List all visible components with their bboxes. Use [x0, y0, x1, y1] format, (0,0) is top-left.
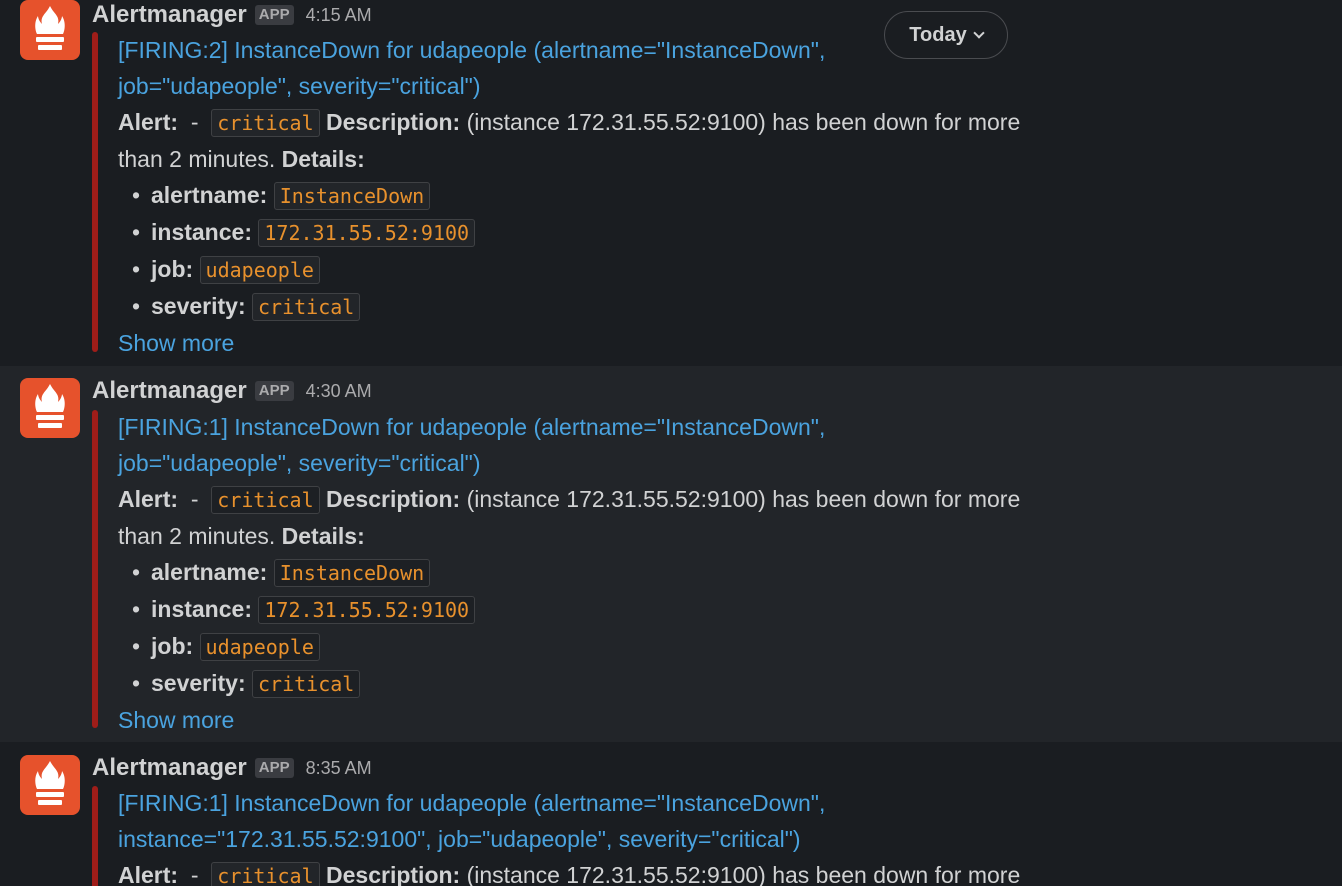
alert-title-link[interactable]: [FIRING:1] InstanceDown for udapeople (a… — [118, 409, 1058, 481]
list-item: job: udapeople — [132, 628, 1058, 665]
list-item: instance: 172.31.55.52:9100 — [132, 214, 1058, 251]
detail-value: InstanceDown — [273, 182, 431, 210]
alert-title-line-2[interactable]: instance="172.31.55.52:9100", job="udape… — [118, 821, 1058, 857]
app-badge: APP — [254, 758, 294, 778]
app-badge: APP — [254, 5, 294, 25]
chevron-down-icon — [973, 27, 985, 39]
detail-value: critical — [252, 293, 361, 321]
show-more-link[interactable]: Show more — [118, 702, 1058, 738]
detail-value: 172.31.55.52:9100 — [258, 219, 476, 247]
details-list: alertname: InstanceDown instance: 172.31… — [118, 177, 1058, 325]
detail-key: severity: — [151, 670, 246, 696]
alert-line: Alert: - critical Description: (instance… — [118, 857, 1058, 886]
message-header: Alertmanager APP 4:15 AM — [92, 0, 372, 30]
detail-key: instance: — [151, 596, 252, 622]
detail-key: alertname: — [151, 559, 268, 585]
detail-value: udapeople — [199, 633, 320, 661]
detail-key: severity: — [151, 293, 246, 319]
alert-title-line-2[interactable]: job="udapeople", severity="critical") — [118, 68, 1058, 104]
severity-code: critical — [211, 862, 320, 886]
description-label: Description: — [326, 486, 461, 512]
sender-name[interactable]: Alertmanager — [92, 377, 247, 405]
detail-value: InstanceDown — [273, 559, 431, 587]
alert-title-line-1[interactable]: [FIRING:1] InstanceDown for udapeople (a… — [118, 785, 1058, 821]
description-label: Description: — [326, 109, 461, 135]
detail-key: alertname: — [151, 182, 268, 208]
alert-title-link[interactable]: [FIRING:1] InstanceDown for udapeople (a… — [118, 785, 1058, 857]
attachment-color-bar — [92, 32, 98, 352]
prometheus-torch-icon[interactable] — [20, 0, 80, 60]
attachment-body: [FIRING:2] InstanceDown for udapeople (a… — [118, 32, 1058, 361]
detail-value: 172.31.55.52:9100 — [258, 596, 476, 624]
timestamp[interactable]: 4:15 AM — [306, 5, 372, 26]
app-badge: APP — [254, 381, 294, 401]
list-item: job: udapeople — [132, 251, 1058, 288]
list-item: alertname: InstanceDown — [132, 177, 1058, 214]
prometheus-torch-icon[interactable] — [20, 755, 80, 815]
day-divider-button[interactable]: Today — [884, 11, 1008, 59]
alert-title-line-1[interactable]: [FIRING:1] InstanceDown for udapeople (a… — [118, 409, 1058, 445]
severity-code: critical — [211, 486, 320, 514]
alert-label: Alert: — [118, 862, 179, 886]
description-text: (instance 172.31.55.52:9100) has been do… — [466, 486, 1021, 512]
description-label: Description: — [326, 862, 461, 886]
message-header: Alertmanager APP 8:35 AM — [92, 753, 372, 783]
alert-line: Alert: - critical Description: (instance… — [118, 104, 1058, 141]
severity-code: critical — [211, 109, 320, 137]
alert-separator: - — [190, 862, 199, 886]
message[interactable]: Alertmanager APP 4:15 AM [FIRING:2] Inst… — [0, 0, 1342, 366]
show-more-link[interactable]: Show more — [118, 325, 1058, 361]
alert-separator: - — [190, 109, 199, 135]
description-text-cont: than 2 minutes. — [118, 523, 276, 549]
list-item: severity: critical — [132, 665, 1058, 702]
details-label: Details: — [281, 523, 365, 549]
message-header: Alertmanager APP 4:30 AM — [92, 376, 372, 406]
sender-name[interactable]: Alertmanager — [92, 754, 247, 782]
attachment-color-bar — [92, 410, 98, 728]
detail-key: job: — [151, 633, 194, 659]
description-text: (instance 172.31.55.52:9100) has been do… — [466, 109, 1021, 135]
alert-label: Alert: — [118, 486, 179, 512]
details-label: Details: — [281, 146, 365, 172]
details-list: alertname: InstanceDown instance: 172.31… — [118, 554, 1058, 702]
description-continued: than 2 minutes. Details: — [118, 141, 1058, 177]
timestamp[interactable]: 8:35 AM — [306, 758, 372, 779]
alert-separator: - — [190, 486, 199, 512]
message-feed: Alertmanager APP 4:15 AM [FIRING:2] Inst… — [0, 0, 1342, 886]
description-text-cont: than 2 minutes. — [118, 146, 276, 172]
list-item: alertname: InstanceDown — [132, 554, 1058, 591]
prometheus-torch-icon[interactable] — [20, 378, 80, 438]
list-item: instance: 172.31.55.52:9100 — [132, 591, 1058, 628]
sender-name[interactable]: Alertmanager — [92, 1, 247, 29]
detail-value: udapeople — [199, 256, 320, 284]
timestamp[interactable]: 4:30 AM — [306, 381, 372, 402]
alert-title-line-2[interactable]: job="udapeople", severity="critical") — [118, 445, 1058, 481]
detail-key: instance: — [151, 219, 252, 245]
attachment-color-bar — [92, 786, 98, 886]
message[interactable]: Alertmanager APP 8:35 AM [FIRING:1] Inst… — [0, 742, 1342, 886]
detail-key: job: — [151, 256, 194, 282]
description-continued: than 2 minutes. Details: — [118, 518, 1058, 554]
day-divider-label: Today — [909, 23, 967, 46]
attachment-body: [FIRING:1] InstanceDown for udapeople (a… — [118, 409, 1058, 738]
message[interactable]: Alertmanager APP 4:30 AM [FIRING:1] Inst… — [0, 366, 1342, 742]
alert-line: Alert: - critical Description: (instance… — [118, 481, 1058, 518]
detail-value: critical — [252, 670, 361, 698]
attachment-body: [FIRING:1] InstanceDown for udapeople (a… — [118, 785, 1058, 886]
alert-label: Alert: — [118, 109, 179, 135]
description-text: (instance 172.31.55.52:9100) has been do… — [466, 862, 1021, 886]
list-item: severity: critical — [132, 288, 1058, 325]
